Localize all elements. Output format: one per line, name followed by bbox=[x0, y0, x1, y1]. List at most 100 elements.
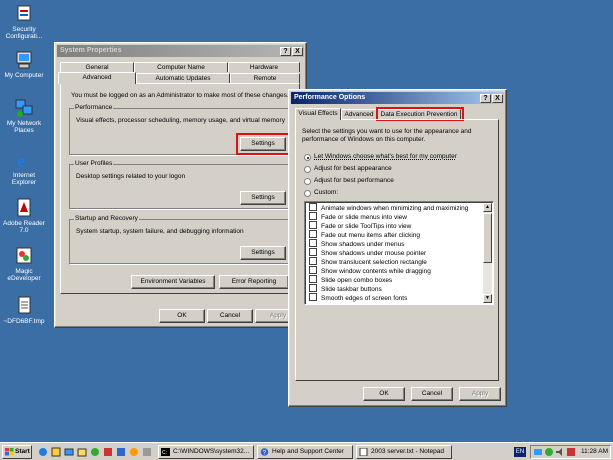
checkbox[interactable] bbox=[309, 221, 317, 229]
cancel-button[interactable]: Cancel bbox=[411, 387, 453, 401]
list-item-label: Animate windows when minimizing and maxi… bbox=[321, 205, 469, 212]
window-title: System Properties bbox=[60, 47, 122, 54]
checkbox[interactable] bbox=[309, 284, 317, 292]
task-cmd-window[interactable]: C: C:\WINDOWS\system32... bbox=[158, 445, 254, 459]
desktop-icon-security-configuration[interactable]: Security Configurati... bbox=[0, 4, 48, 40]
tab-visual-effects[interactable]: Visual Effects bbox=[295, 108, 341, 120]
tab-automatic-updates[interactable]: Automatic Updates bbox=[136, 73, 230, 83]
list-item[interactable]: Show shadows under mouse pointer bbox=[309, 248, 426, 257]
checkbox[interactable] bbox=[309, 239, 317, 247]
performance-group: Performance Visual effects, processor sc… bbox=[69, 104, 292, 155]
desktop-icon-label: Configurati... bbox=[5, 33, 43, 40]
internet-explorer-icon[interactable] bbox=[38, 447, 48, 457]
clock[interactable]: 11:28 AM bbox=[581, 448, 608, 456]
list-item[interactable]: Show shadows under menus bbox=[309, 239, 404, 248]
list-item[interactable]: Fade or slide ToolTips into view bbox=[309, 221, 411, 230]
user-profiles-settings-button[interactable]: Settings bbox=[240, 191, 286, 205]
system-properties-window: System Properties ? X General Computer N… bbox=[54, 42, 307, 328]
tab-remote[interactable]: Remote bbox=[230, 73, 300, 83]
list-item[interactable]: Fade or slide menus into view bbox=[309, 212, 407, 221]
list-scrollbar[interactable]: ▲ ▼ bbox=[483, 203, 492, 303]
desktop-icon-my-computer[interactable]: My Computer bbox=[0, 50, 48, 79]
list-item-label: Slide taskbar buttons bbox=[321, 286, 382, 293]
radio-label: Let Windows choose what's best for my co… bbox=[314, 153, 457, 160]
list-item[interactable]: Smooth edges of screen fonts bbox=[309, 293, 407, 302]
language-indicator[interactable]: EN bbox=[514, 447, 526, 457]
task-label: 2003 server.txt - Notepad bbox=[371, 448, 444, 455]
quick-launch-app-icon[interactable] bbox=[103, 447, 113, 457]
system-properties-titlebar[interactable]: System Properties ? X bbox=[57, 45, 304, 57]
ok-button[interactable]: OK bbox=[159, 309, 205, 323]
desktop-icon-tmp-file[interactable]: ~DFD6BF.tmp bbox=[0, 296, 48, 325]
desktop-icon-internet-explorer[interactable]: e Internet Explorer bbox=[0, 150, 48, 186]
checkbox[interactable] bbox=[309, 257, 317, 265]
radio-custom[interactable] bbox=[304, 190, 311, 197]
show-desktop-icon[interactable] bbox=[64, 447, 74, 457]
task-help-support[interactable]: ? Help and Support Center bbox=[257, 445, 353, 459]
visual-effects-list[interactable]: Animate windows when minimizing and maxi… bbox=[304, 201, 494, 305]
list-item[interactable]: Show window contents while dragging bbox=[309, 266, 431, 275]
list-item[interactable]: Show translucent selection rectangle bbox=[309, 257, 427, 266]
list-item[interactable]: Slide taskbar buttons bbox=[309, 284, 382, 293]
help-button[interactable]: ? bbox=[280, 47, 291, 56]
security-config-icon bbox=[13, 4, 35, 24]
tray-volume-icon[interactable] bbox=[555, 447, 565, 457]
radio-best-performance[interactable] bbox=[304, 178, 311, 185]
network-places-icon bbox=[13, 98, 35, 118]
tab-hardware[interactable]: Hardware bbox=[228, 62, 300, 72]
error-reporting-button[interactable]: Error Reporting bbox=[219, 275, 289, 289]
adobe-reader-icon bbox=[13, 198, 35, 218]
command-prompt-icon: C: bbox=[161, 448, 170, 456]
checkbox[interactable] bbox=[309, 293, 317, 301]
list-item-label: Smooth edges of screen fonts bbox=[321, 295, 408, 302]
list-item[interactable]: Fade out menu items after clicking bbox=[309, 230, 420, 239]
radio-best-appearance[interactable] bbox=[304, 166, 311, 173]
tray-app-icon[interactable] bbox=[544, 447, 554, 457]
scroll-up-arrow-icon[interactable]: ▲ bbox=[483, 203, 492, 212]
performance-desc: Visual effects, processor scheduling, me… bbox=[76, 117, 285, 124]
quick-launch-app-icon[interactable] bbox=[129, 447, 139, 457]
cancel-button[interactable]: Cancel bbox=[207, 309, 253, 323]
tab-advanced[interactable]: Advanced bbox=[341, 109, 377, 119]
performance-options-titlebar[interactable]: Performance Options ? X bbox=[291, 92, 504, 104]
checkbox[interactable] bbox=[309, 212, 317, 220]
radio-windows-choose[interactable] bbox=[304, 154, 311, 161]
tray-network-icon[interactable] bbox=[533, 447, 543, 457]
tab-general[interactable]: General bbox=[60, 62, 134, 72]
list-item[interactable]: Animate windows when minimizing and maxi… bbox=[309, 203, 468, 212]
quick-launch-app-icon[interactable] bbox=[90, 447, 100, 457]
scroll-thumb[interactable] bbox=[483, 213, 492, 263]
checkbox[interactable] bbox=[309, 248, 317, 256]
environment-variables-button[interactable]: Environment Variables bbox=[131, 275, 215, 289]
tab-advanced[interactable]: Advanced bbox=[58, 72, 136, 84]
list-item-label: Fade or slide ToolTips into view bbox=[321, 223, 412, 230]
desktop-icon-magic-edeveloper[interactable]: Magic eDeveloper bbox=[0, 246, 48, 282]
list-item[interactable]: Slide open combo boxes bbox=[309, 275, 392, 284]
tab-computer-name[interactable]: Computer Name bbox=[134, 62, 228, 72]
close-button[interactable]: X bbox=[492, 94, 503, 103]
startup-recovery-settings-button[interactable]: Settings bbox=[240, 246, 286, 260]
windows-explorer-icon[interactable] bbox=[77, 447, 87, 457]
checkbox[interactable] bbox=[309, 266, 317, 274]
desktop-icon-label: Places bbox=[14, 127, 34, 134]
desktop-icon-adobe-reader[interactable]: Adobe Reader 7.0 bbox=[0, 198, 48, 234]
apply-button[interactable]: Apply bbox=[459, 387, 501, 401]
desktop-icon-my-network-places[interactable]: My Network Places bbox=[0, 98, 48, 134]
quick-launch-app-icon[interactable] bbox=[142, 447, 152, 457]
outlook-icon[interactable] bbox=[51, 447, 61, 457]
task-notepad[interactable]: 2003 server.txt - Notepad bbox=[356, 445, 452, 459]
tray-app-icon[interactable] bbox=[566, 447, 576, 457]
list-item-label: Show shadows under mouse pointer bbox=[321, 250, 427, 257]
checkbox[interactable] bbox=[309, 230, 317, 238]
checkbox[interactable] bbox=[309, 275, 317, 283]
checkbox[interactable] bbox=[309, 203, 317, 211]
desktop-icon-label: My Network bbox=[6, 120, 42, 127]
start-button[interactable]: Start bbox=[2, 445, 32, 459]
ok-button[interactable]: OK bbox=[363, 387, 405, 401]
close-button[interactable]: X bbox=[292, 47, 303, 56]
help-button[interactable]: ? bbox=[480, 94, 491, 103]
scroll-down-arrow-icon[interactable]: ▼ bbox=[483, 294, 492, 303]
quick-launch-app-icon[interactable] bbox=[116, 447, 126, 457]
performance-label: Performance bbox=[74, 104, 114, 112]
startup-recovery-label: Startup and Recovery bbox=[74, 215, 139, 223]
